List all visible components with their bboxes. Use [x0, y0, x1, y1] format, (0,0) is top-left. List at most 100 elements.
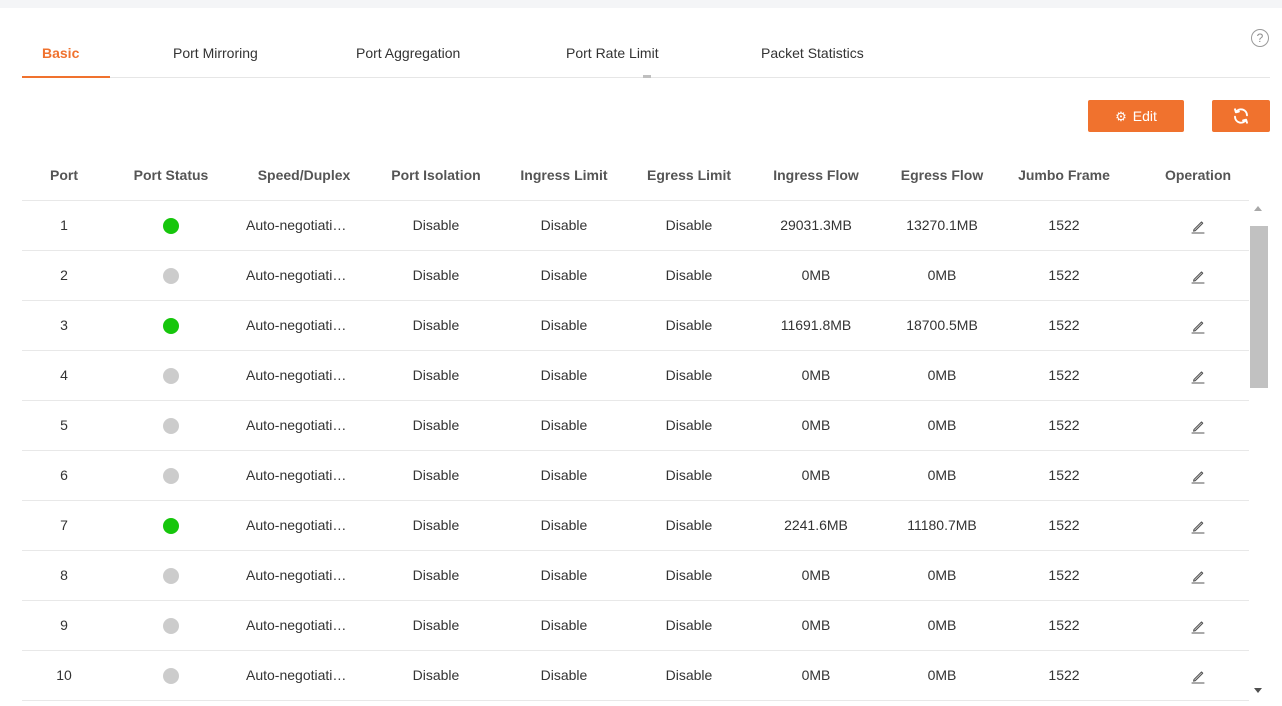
ingress-limit-cell: Disable: [540, 567, 588, 583]
port-status-indicator: [163, 567, 179, 584]
ingress-flow-cell: 0MB: [801, 667, 831, 683]
edit-button-label: Edit: [1132, 108, 1157, 124]
edit-pencil-icon[interactable]: [1190, 468, 1206, 484]
egress-limit-cell: Disable: [665, 567, 713, 583]
egress-limit-cell: Disable: [665, 267, 713, 283]
port-status-indicator: [163, 317, 179, 334]
port-isolation-cell: Disable: [412, 517, 460, 533]
table-row: 6 Auto-negotiati… Disable Disable Disable 0MB…: [22, 450, 1270, 500]
tab-port-mirroring[interactable]: Port Mirroring: [173, 45, 258, 61]
tab-packet-statistics[interactable]: Packet Statistics: [761, 45, 864, 61]
egress-flow-cell: 11180.7MB: [907, 517, 977, 533]
ingress-flow-cell: 0MB: [801, 267, 831, 283]
column-header-port: Port: [50, 166, 78, 183]
speed-duplex-cell: Auto-negotiati…: [246, 667, 347, 683]
egress-limit-cell: Disable: [665, 617, 713, 633]
speed-duplex-cell: Auto-negotiati…: [246, 617, 347, 633]
port-status-indicator: [163, 617, 179, 634]
table-row: 4 Auto-negotiati… Disable Disable Disable 0MB…: [22, 350, 1270, 400]
egress-flow-cell: 0MB: [927, 267, 957, 283]
port-number: 5: [60, 417, 68, 433]
jumbo-frame-cell: 1522: [1048, 467, 1080, 483]
table-scrollbar[interactable]: [1249, 200, 1270, 706]
port-number: 7: [60, 517, 68, 533]
port-isolation-cell: Disable: [412, 317, 460, 333]
port-status-indicator: [163, 517, 179, 534]
port-status-cell: [106, 500, 236, 550]
ingress-flow-cell: 11691.8MB: [780, 317, 852, 333]
ingress-flow-cell: 0MB: [801, 367, 831, 383]
refresh-button[interactable]: [1212, 100, 1270, 132]
table-body: 1 Auto-negotiati… Disable Disable Disable 290…: [22, 200, 1270, 700]
edit-pencil-icon[interactable]: [1190, 568, 1206, 584]
ingress-limit-cell: Disable: [540, 667, 588, 683]
column-header-ingress-flow: Ingress Flow: [773, 166, 859, 183]
port-status-cell: [106, 300, 236, 350]
page-top-strip: [0, 0, 1282, 8]
port-isolation-cell: Disable: [412, 617, 460, 633]
scroll-down-arrow-icon[interactable]: [1254, 688, 1262, 693]
port-status-cell: [106, 600, 236, 650]
table-row: 8 Auto-negotiati… Disable Disable Disable 0MB…: [22, 550, 1270, 600]
tab-basic[interactable]: Basic: [42, 45, 79, 61]
jumbo-frame-cell: 1522: [1048, 217, 1080, 233]
tab-port-rate-limit[interactable]: Port Rate Limit: [566, 45, 659, 61]
ingress-flow-cell: 29031.3MB: [780, 217, 852, 233]
port-isolation-cell: Disable: [412, 417, 460, 433]
ingress-flow-cell: 0MB: [801, 417, 831, 433]
edit-pencil-icon[interactable]: [1190, 618, 1206, 634]
port-status-indicator: [163, 267, 179, 284]
table-row: 1 Auto-negotiati… Disable Disable Disable 290…: [22, 200, 1270, 250]
edit-pencil-icon[interactable]: [1190, 518, 1206, 534]
table-header-row: Port Port Status Speed/Duplex Port Isolatio…: [22, 150, 1270, 200]
edit-pencil-icon[interactable]: [1190, 418, 1206, 434]
egress-flow-cell: 0MB: [927, 367, 957, 383]
port-status-cell: [106, 250, 236, 300]
speed-duplex-cell: Auto-negotiati…: [246, 567, 347, 583]
column-header-port-status: Port Status: [133, 166, 209, 183]
column-header-jumbo-frame: Jumbo Frame: [1018, 166, 1110, 183]
egress-limit-cell: Disable: [665, 417, 713, 433]
edit-pencil-icon[interactable]: [1190, 318, 1206, 334]
port-number: 3: [60, 317, 68, 333]
tab-bar: Basic Port Mirroring Port Aggregation Po…: [22, 30, 1270, 78]
port-isolation-cell: Disable: [412, 217, 460, 233]
edit-button[interactable]: ⚙ Edit: [1088, 100, 1184, 132]
ingress-limit-cell: Disable: [540, 267, 588, 283]
tab-hover-mark: [643, 75, 651, 78]
port-isolation-cell: Disable: [412, 267, 460, 283]
port-status-cell: [106, 550, 236, 600]
port-status-indicator: [163, 367, 179, 384]
port-status-indicator: [163, 667, 179, 684]
speed-duplex-cell: Auto-negotiati…: [246, 367, 347, 383]
port-status-cell: [106, 200, 236, 250]
ingress-limit-cell: Disable: [540, 467, 588, 483]
ingress-flow-cell: 0MB: [801, 617, 831, 633]
column-header-speed-duplex: Speed/Duplex: [257, 166, 351, 183]
port-number: 10: [56, 667, 72, 683]
speed-duplex-cell: Auto-negotiati…: [246, 317, 347, 333]
jumbo-frame-cell: 1522: [1048, 367, 1080, 383]
refresh-icon: [1234, 108, 1248, 124]
tab-port-aggregation[interactable]: Port Aggregation: [356, 45, 460, 61]
port-number: 2: [60, 267, 68, 283]
egress-flow-cell: 0MB: [927, 567, 957, 583]
edit-pencil-icon[interactable]: [1190, 218, 1206, 234]
port-status-cell: [106, 650, 236, 700]
column-header-egress-limit: Egress Limit: [646, 166, 732, 183]
speed-duplex-cell: Auto-negotiati…: [246, 467, 347, 483]
port-status-indicator: [163, 217, 179, 234]
jumbo-frame-cell: 1522: [1048, 267, 1080, 283]
jumbo-frame-cell: 1522: [1048, 667, 1080, 683]
port-status-cell: [106, 350, 236, 400]
scroll-up-arrow-icon[interactable]: [1254, 206, 1262, 211]
port-table: Port Port Status Speed/Duplex Port Isolatio…: [22, 150, 1270, 701]
column-header-operation: Operation: [1164, 166, 1232, 183]
edit-pencil-icon[interactable]: [1190, 668, 1206, 684]
port-number: 8: [60, 567, 68, 583]
scroll-thumb[interactable]: [1250, 226, 1268, 388]
edit-pencil-icon[interactable]: [1190, 268, 1206, 284]
edit-pencil-icon[interactable]: [1190, 368, 1206, 384]
help-icon[interactable]: ?: [1251, 29, 1269, 47]
egress-limit-cell: Disable: [665, 317, 713, 333]
